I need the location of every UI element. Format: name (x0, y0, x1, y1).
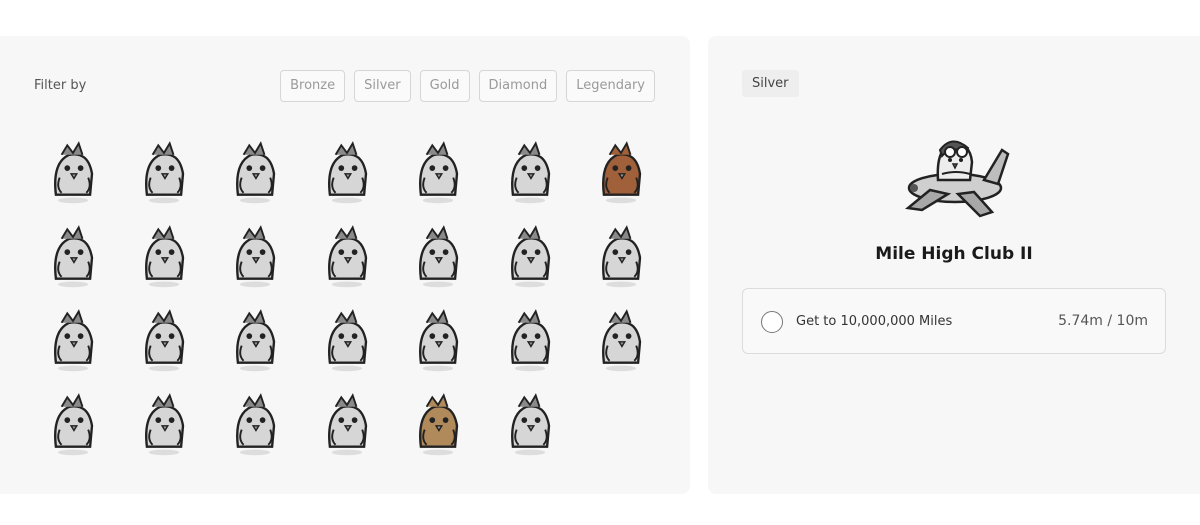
filter-legendary-button[interactable]: Legendary (566, 70, 655, 102)
five-birds-icon[interactable] (393, 296, 484, 380)
pilot-bird-icon[interactable] (575, 128, 666, 212)
butterfly-bird-dark-icon[interactable] (118, 380, 209, 464)
filter-bronze-button[interactable]: Bronze (280, 70, 346, 102)
beanie-bird-icon[interactable] (393, 212, 484, 296)
plane-bird-icon[interactable] (27, 212, 118, 296)
hooded-dark-bird-icon[interactable] (575, 212, 666, 296)
hooded-bird-icon[interactable] (27, 296, 118, 380)
filter-diamond-button[interactable]: Diamond (478, 70, 558, 102)
plaid-bird-icon[interactable] (210, 128, 301, 212)
butterfly-bird-icon[interactable] (27, 380, 118, 464)
filter-gold-button[interactable]: Gold (419, 70, 470, 102)
beanie-glasses-bird-icon[interactable] (484, 212, 575, 296)
jet-bird-icon[interactable] (210, 212, 301, 296)
headphones-bird-icon[interactable] (484, 128, 575, 212)
badge-grid (27, 128, 667, 464)
tier-badge: Silver (742, 70, 799, 97)
jar-bird-icon[interactable] (484, 380, 575, 464)
dark-jet-bird-icon[interactable] (301, 212, 392, 296)
plane-bird-icon[interactable] (118, 212, 209, 296)
three-birds-icon[interactable] (210, 296, 301, 380)
plane-bird-icon (900, 120, 1010, 224)
badge-title: Mile High Club II (875, 244, 1033, 264)
heart-bird-icon[interactable] (210, 380, 301, 464)
four-birds-icon[interactable] (301, 296, 392, 380)
honey-bird-icon[interactable] (393, 380, 484, 464)
blanket-bird-icon[interactable] (118, 128, 209, 212)
beret-bird-icon[interactable] (393, 128, 484, 212)
task-radio[interactable] (761, 311, 783, 333)
flock-birds-icon[interactable] (484, 296, 575, 380)
badge-detail-panel: Silver Mile High Club II Get to 10,000,0… (708, 36, 1200, 494)
filter-group: Bronze Silver Gold Diamond Legendary (280, 70, 655, 102)
task-progress: 5.74m / 10m (1058, 313, 1148, 329)
filter-silver-button[interactable]: Silver (354, 70, 411, 102)
suit-bird-icon[interactable] (301, 128, 392, 212)
winged-bird-icon[interactable] (575, 296, 666, 380)
filter-label: Filter by (34, 78, 87, 93)
two-birds-icon[interactable] (118, 296, 209, 380)
task-label: Get to 10,000,000 Miles (796, 314, 953, 329)
badge-list-panel: Filter by Bronze Silver Gold Diamond Leg… (0, 36, 690, 494)
heart-bird-light-icon[interactable] (301, 380, 392, 464)
task-card[interactable]: Get to 10,000,000 Miles 5.74m / 10m (742, 288, 1166, 354)
egg-bird-icon[interactable] (27, 128, 118, 212)
